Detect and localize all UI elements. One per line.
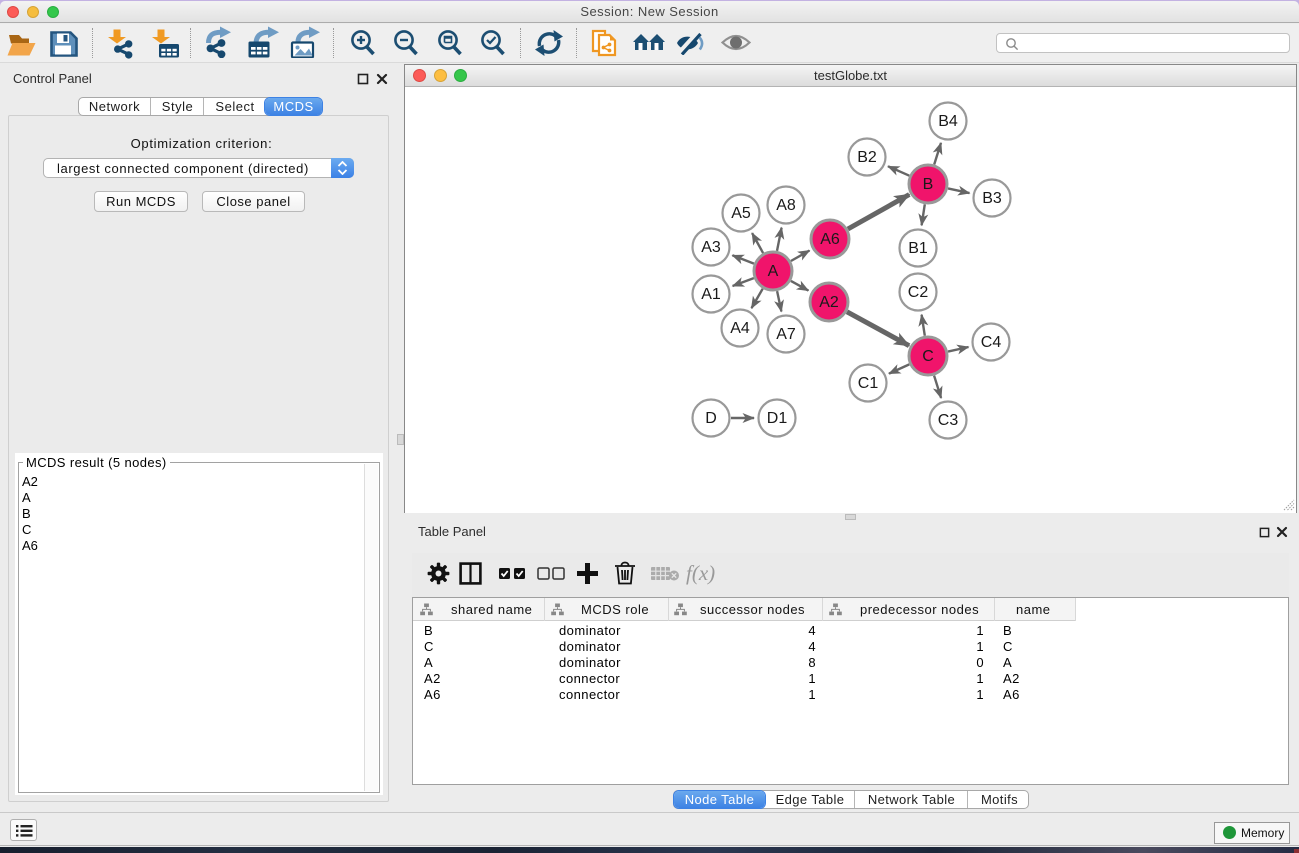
- svg-text:A7: A7: [776, 326, 796, 343]
- svg-text:B2: B2: [857, 149, 877, 166]
- svg-text:A1: A1: [701, 286, 721, 303]
- svg-text:A8: A8: [776, 197, 796, 214]
- svg-text:B3: B3: [982, 190, 1002, 207]
- svg-text:D1: D1: [766, 410, 787, 427]
- svg-text:C4: C4: [980, 334, 1001, 351]
- svg-text:A6: A6: [820, 231, 840, 248]
- svg-text:A4: A4: [730, 320, 750, 337]
- svg-text:B4: B4: [938, 113, 958, 130]
- svg-text:A3: A3: [701, 239, 721, 256]
- svg-text:A2: A2: [819, 294, 839, 311]
- svg-text:C2: C2: [907, 284, 928, 301]
- svg-text:A5: A5: [731, 205, 751, 222]
- svg-text:D: D: [705, 410, 717, 427]
- svg-text:C3: C3: [937, 412, 958, 429]
- svg-text:C: C: [922, 348, 934, 365]
- svg-text:B: B: [922, 176, 933, 193]
- svg-text:B1: B1: [908, 240, 928, 257]
- svg-text:A: A: [767, 263, 778, 280]
- svg-text:C1: C1: [857, 375, 878, 392]
